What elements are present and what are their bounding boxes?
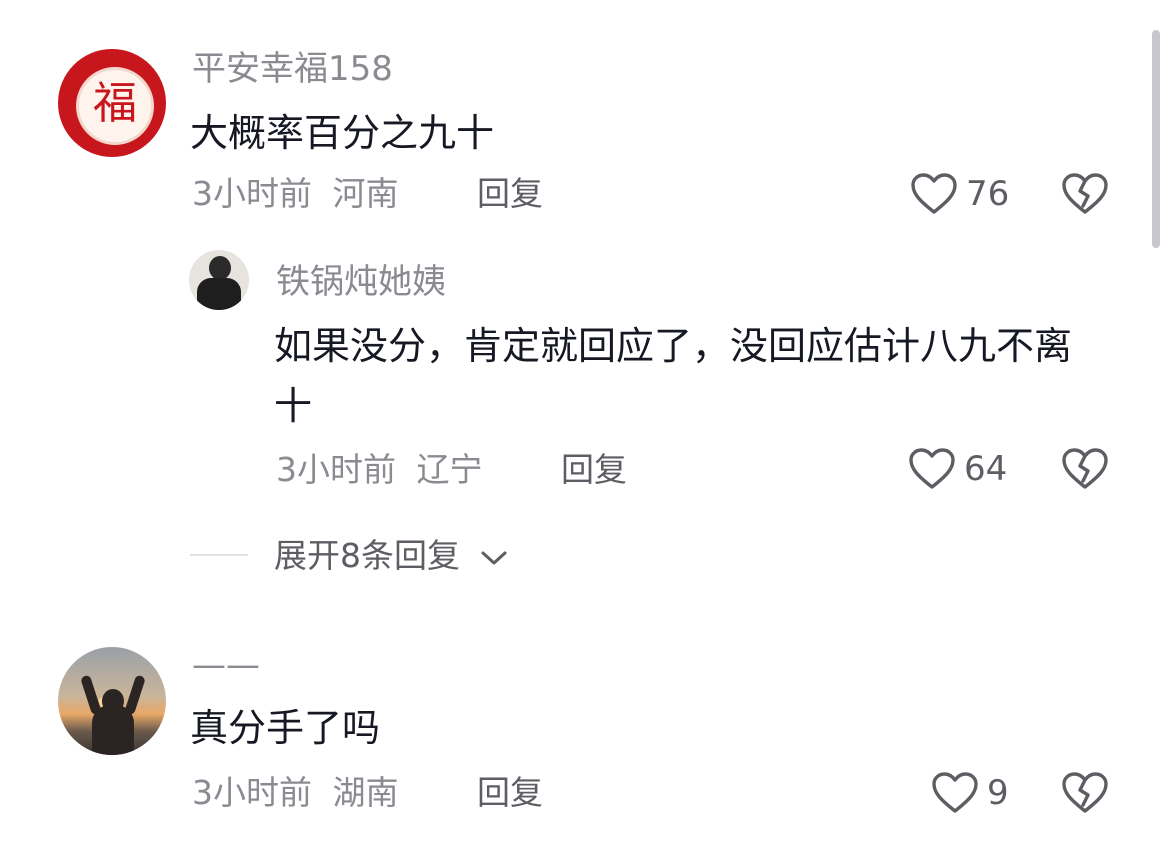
dislike-button[interactable] — [1061, 771, 1109, 815]
like-button[interactable] — [908, 447, 956, 491]
comment-location: 湖南 — [332, 773, 399, 812]
comment-time: 3小时前 河南 — [192, 174, 399, 214]
reply-location: 辽宁 — [416, 450, 483, 489]
avatar-dashdash[interactable] — [58, 647, 166, 755]
comment-username[interactable]: —— — [192, 645, 260, 685]
reply-time-value: 3小时前 — [276, 450, 396, 489]
broken-heart-icon — [1062, 772, 1108, 813]
chevron-down-icon — [479, 548, 509, 568]
dislike-button[interactable] — [1061, 172, 1109, 216]
avatar-silhouette-arm-right — [124, 674, 146, 716]
reply-button[interactable]: 回复 — [477, 773, 543, 813]
comment-text: 大概率百分之九十 — [190, 111, 495, 155]
dislike-button[interactable] — [1061, 447, 1109, 491]
expand-divider — [190, 554, 248, 556]
avatar-figure-head — [209, 256, 231, 280]
comment-username[interactable]: 平安幸福158 — [192, 49, 393, 89]
comment-text: 真分手了吗 — [190, 706, 381, 750]
comment-time: 3小时前 湖南 — [192, 773, 399, 813]
reply-username[interactable]: 铁锅炖她姨 — [276, 262, 446, 302]
avatar-pingan[interactable]: 福 — [58, 49, 166, 157]
like-count: 76 — [966, 174, 1010, 214]
avatar-silhouette-arm-left — [80, 674, 102, 716]
scrollbar-thumb[interactable] — [1152, 30, 1160, 248]
broken-heart-icon — [1062, 448, 1108, 489]
like-count: 9 — [987, 773, 1009, 813]
expand-replies-label: 展开8条回复 — [274, 536, 460, 575]
comment-time-value: 3小时前 — [192, 773, 312, 812]
like-button[interactable] — [931, 771, 979, 815]
like-button[interactable] — [910, 172, 958, 216]
broken-heart-icon — [1062, 173, 1108, 214]
expand-replies-button[interactable]: 展开8条回复 — [274, 536, 509, 576]
reply-button[interactable]: 回复 — [561, 450, 627, 490]
avatar-silhouette-head — [102, 689, 124, 713]
heart-outline-icon — [932, 772, 978, 813]
reply-time: 3小时前 辽宁 — [276, 450, 483, 490]
avatar-inner-badge: 福 — [76, 67, 154, 145]
heart-outline-icon — [909, 448, 955, 489]
like-count: 64 — [964, 449, 1008, 489]
heart-outline-icon — [911, 173, 957, 214]
avatar-fu-glyph: 福 — [93, 78, 137, 129]
comment-location: 河南 — [332, 174, 399, 213]
avatar-tieguo[interactable] — [189, 250, 249, 310]
reply-button[interactable]: 回复 — [477, 174, 543, 214]
reply-text: 如果没分，肯定就回应了，没回应估计八九不离十 — [274, 324, 1073, 428]
comment-time-value: 3小时前 — [192, 174, 312, 213]
avatar-figure-body — [197, 278, 241, 310]
